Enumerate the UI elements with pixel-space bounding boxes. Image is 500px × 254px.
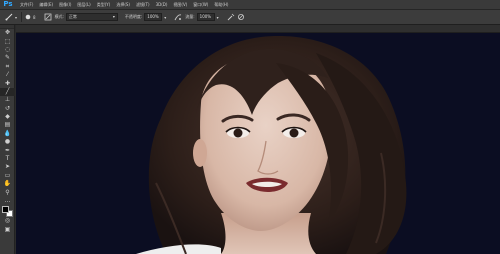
quick-select-tool-icon[interactable]: ✎ (0, 54, 15, 62)
crop-tool-icon[interactable]: ⌗ (0, 63, 15, 71)
document-tab-bar: timg.jpg @ 100% (图层 1, 图层蒙版/8) * × (16, 25, 500, 43)
brush-size-picker[interactable]: 8 (25, 14, 38, 20)
lasso-tool-icon[interactable]: ◌ (0, 46, 15, 54)
foreground-color-swatch[interactable] (2, 206, 9, 214)
brush-tool-icon[interactable]: ╱ (0, 87, 15, 97)
menu-layer[interactable]: 图层(L) (74, 0, 93, 9)
brush-preset-icon (25, 14, 31, 20)
hand-tool-icon[interactable]: ✋ (0, 180, 15, 188)
tools-panel: ✥ ⬚ ◌ ✎ ⌗ ⁄ ✚ ╱ ⊥ ↺ ◆ ▤ 💧 ● ✒ T ➤ ▭ ✋ ⚲ … (0, 25, 15, 254)
pressure-size-icon[interactable] (236, 12, 246, 22)
menu-view[interactable]: 视图(V) (170, 0, 190, 9)
app-logo: Ps (3, 0, 13, 8)
flow-input[interactable]: 100% (196, 13, 215, 21)
clone-stamp-tool-icon[interactable]: ⊥ (0, 96, 15, 104)
menu-edit[interactable]: 编辑(E) (36, 0, 56, 9)
menu-window[interactable]: 窗口(W) (190, 0, 211, 9)
type-tool-icon[interactable]: T (0, 155, 15, 163)
opacity-group: 不透明度: 100% ▾ (123, 13, 168, 21)
opacity-input[interactable]: 100% (144, 13, 163, 21)
airbrush-icon[interactable] (226, 12, 236, 22)
mode-group: 模式: 正常 ▾ (53, 13, 118, 21)
flow-group: 流量: 100% ▾ (183, 13, 220, 21)
options-bar: ▾ 8 模式: 正常 ▾ 不透明度: 100% ▾ 流量: 100% ▾ (0, 10, 500, 25)
chevron-down-icon[interactable]: ▾ (15, 15, 17, 20)
menu-type[interactable]: 类型(Y) (94, 0, 114, 9)
screen-mode-icon[interactable]: ▣ (0, 226, 15, 234)
gradient-tool-icon[interactable]: ▤ (0, 121, 15, 129)
brush-tool-icon[interactable] (4, 12, 14, 22)
mode-value: 正常 (68, 14, 77, 19)
eraser-tool-icon[interactable]: ◆ (0, 113, 15, 121)
blur-tool-icon[interactable]: 💧 (0, 130, 15, 138)
path-select-tool-icon[interactable]: ➤ (0, 163, 15, 171)
opacity-label: 不透明度: (124, 14, 143, 19)
menu-3d[interactable]: 3D(D) (153, 0, 171, 9)
menu-file[interactable]: 文件(F) (17, 0, 36, 9)
zoom-tool-icon[interactable]: ⚲ (0, 188, 15, 196)
chevron-down-icon[interactable]: ▾ (164, 15, 166, 20)
more-tools-icon[interactable]: … (0, 197, 15, 205)
brush-panel-icon[interactable] (43, 12, 53, 22)
healing-tool-icon[interactable]: ✚ (0, 79, 15, 87)
separator (21, 12, 23, 22)
dodge-tool-icon[interactable]: ● (0, 138, 15, 146)
pen-tool-icon[interactable]: ✒ (0, 146, 15, 154)
document-canvas[interactable] (16, 33, 500, 254)
mode-label: 模式: (54, 14, 64, 19)
chevron-down-icon: ▾ (112, 14, 115, 19)
menu-select[interactable]: 选择(S) (113, 0, 133, 9)
shape-tool-icon[interactable]: ▭ (0, 172, 15, 180)
quick-mask-icon[interactable]: ◎ (0, 217, 15, 225)
marquee-tool-icon[interactable]: ⬚ (0, 37, 15, 45)
move-tool-icon[interactable]: ✥ (0, 29, 15, 37)
canvas-image (16, 33, 500, 254)
menu-image[interactable]: 图像(I) (56, 0, 74, 9)
pressure-opacity-icon[interactable] (173, 12, 183, 22)
menu-bar: Ps 文件(F) 编辑(E) 图像(I) 图层(L) 类型(Y) 选择(S) 滤… (0, 0, 500, 10)
mode-select[interactable]: 正常 ▾ (65, 13, 118, 21)
eyedropper-tool-icon[interactable]: ⁄ (0, 71, 15, 79)
menu-help[interactable]: 帮助(H) (211, 0, 231, 9)
brush-size-value: 8 (33, 14, 36, 20)
chevron-down-icon[interactable]: ▾ (217, 15, 219, 20)
menu-filter[interactable]: 滤镜(T) (133, 0, 153, 9)
history-brush-tool-icon[interactable]: ↺ (0, 105, 15, 113)
color-swatches (0, 205, 15, 218)
flow-label: 流量: (185, 14, 195, 19)
